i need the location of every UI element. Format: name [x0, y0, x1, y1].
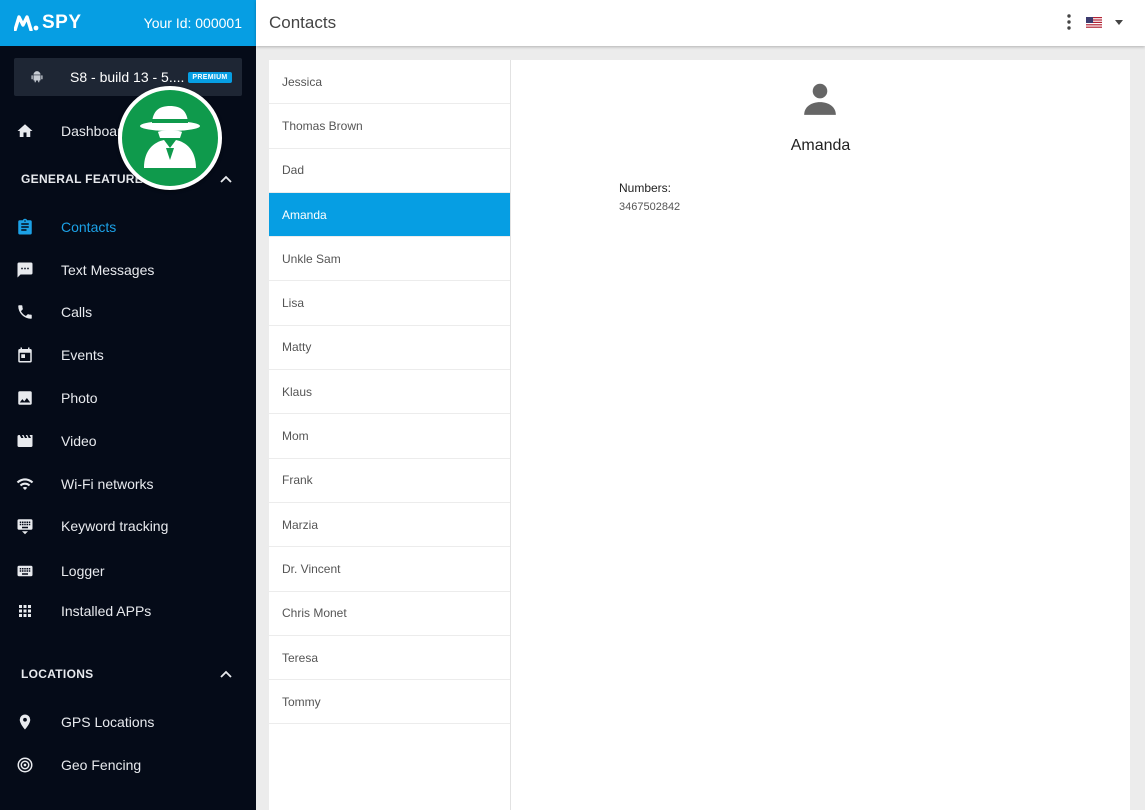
sidebar-item-label: Photo [61, 390, 98, 406]
sidebar-item-label: Logger [61, 563, 105, 579]
sidebar-item-label: GPS Locations [61, 714, 155, 730]
location-pin-icon [16, 713, 34, 731]
caret-down-icon[interactable] [1115, 20, 1123, 25]
keyboard-icon [16, 517, 34, 535]
keyboard-icon [16, 562, 34, 580]
chevron-up-icon [220, 670, 232, 678]
numbers-label: Numbers: [619, 181, 672, 195]
sidebar-item-label: Installed APPs [61, 603, 152, 619]
logo[interactable]: SPY [14, 12, 82, 34]
sidebar-item-events[interactable]: Events [0, 337, 256, 373]
phone-number[interactable]: 3467502842 [619, 201, 680, 213]
android-icon [31, 71, 43, 83]
home-icon [16, 122, 34, 140]
contact-row[interactable]: Tommy [269, 680, 510, 725]
sidebar-item-geo-fencing[interactable]: Geo Fencing [0, 747, 256, 783]
section-locations[interactable]: LOCATIONS [0, 659, 256, 689]
person-avatar-icon [804, 83, 836, 115]
sidebar-item-label: Video [61, 433, 97, 449]
sidebar-item-text-messages[interactable]: Text Messages [0, 252, 256, 288]
contact-row[interactable]: Thomas Brown [269, 104, 510, 149]
sidebar-item-video[interactable]: Video [0, 423, 256, 459]
sidebar-item-label: Keyword tracking [61, 518, 169, 534]
contact-row[interactable]: Marzia [269, 503, 510, 548]
us-flag-icon[interactable] [1086, 17, 1102, 28]
contact-row[interactable]: Matty [269, 326, 510, 371]
contact-row[interactable]: Dr. Vincent [269, 547, 510, 592]
film-icon [16, 432, 34, 450]
topbar: Contacts [256, 0, 1145, 46]
sidebar-item-photo[interactable]: Photo [0, 380, 256, 416]
logo-m-icon [14, 15, 39, 31]
contact-row[interactable]: Unkle Sam [269, 237, 510, 282]
spy-agent-icon [140, 106, 200, 168]
apps-grid-icon [16, 602, 34, 620]
contacts-list: Jessica Thomas Brown Dad Amanda Unkle Sa… [269, 60, 511, 810]
contact-row[interactable]: Teresa [269, 636, 510, 681]
contact-row[interactable]: Frank [269, 459, 510, 503]
sidebar-item-logger[interactable]: Logger [0, 553, 256, 589]
premium-badge: PREMIUM [188, 71, 232, 83]
sidebar-item-installed-apps[interactable]: Installed APPs [0, 593, 256, 629]
chevron-up-icon [220, 175, 232, 183]
brand-bar: SPY Your Id: 000001 [0, 0, 256, 46]
clipboard-icon [16, 218, 34, 236]
section-title: LOCATIONS [21, 667, 94, 681]
page-title: Contacts [269, 13, 337, 32]
sidebar-item-keyword-tracking[interactable]: Keyword tracking [0, 508, 256, 544]
sidebar-item-label: Geo Fencing [61, 757, 142, 773]
spy-logo-badge [118, 86, 222, 190]
device-name: S8 - build 13 - 5.... [70, 69, 185, 85]
sidebar-item-label: Events [61, 347, 104, 363]
contact-row[interactable]: Klaus [269, 370, 510, 415]
phone-icon [16, 303, 34, 321]
sidebar-item-gps-locations[interactable]: GPS Locations [0, 704, 256, 740]
sidebar-item-label: Text Messages [61, 262, 155, 278]
contact-row[interactable]: Dad [269, 149, 510, 193]
contact-row[interactable]: Lisa [269, 281, 510, 326]
contact-row[interactable]: Chris Monet [269, 592, 510, 636]
user-id: Your Id: 000001 [143, 15, 242, 31]
contact-row[interactable]: Mom [269, 414, 510, 459]
contact-row-selected[interactable]: Amanda [269, 192, 510, 238]
sidebar-item-calls[interactable]: Calls [0, 294, 256, 330]
sidebar-item-label: Contacts [61, 219, 117, 235]
wifi-icon [16, 475, 34, 493]
more-vert-icon[interactable] [1067, 14, 1071, 30]
sidebar-item-label: Calls [61, 304, 93, 320]
target-icon [16, 756, 34, 774]
sidebar-item-label: Wi-Fi networks [61, 476, 154, 492]
sidebar-item-wifi-networks[interactable]: Wi-Fi networks [0, 466, 256, 502]
logo-text: SPY [42, 12, 82, 33]
device-selector[interactable]: S8 - build 13 - 5.... PREMIUM [14, 58, 242, 96]
message-icon [16, 261, 34, 279]
contact-name: Amanda [790, 137, 851, 154]
contact-detail: Amanda Numbers: 3467502842 [511, 60, 1130, 810]
calendar-icon [16, 346, 34, 364]
sidebar-item-contacts[interactable]: Contacts [0, 209, 256, 245]
contact-row[interactable]: Jessica [269, 60, 510, 105]
image-icon [16, 389, 34, 407]
